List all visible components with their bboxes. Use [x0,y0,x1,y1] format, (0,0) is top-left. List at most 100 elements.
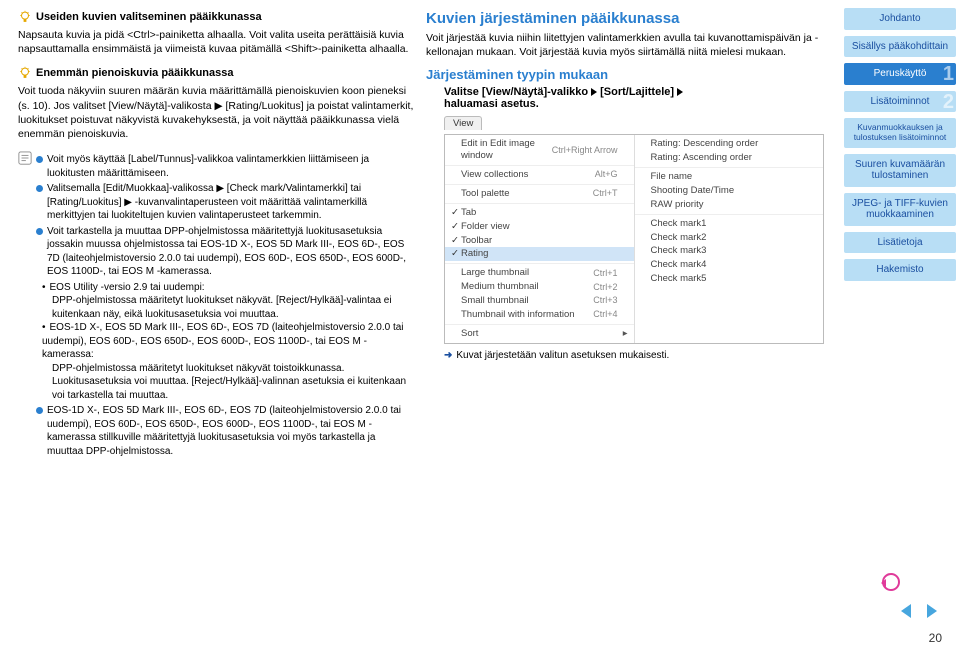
chevron-right-icon [591,88,597,96]
menu-item-label: Rating [461,248,618,260]
tip1-title: Useiden kuvien valitseminen pääikkunassa [36,11,262,23]
right-column: Kuvien järjestäminen pääikkunassa Voit j… [420,0,840,651]
menu-item[interactable]: Tool paletteCtrl+T [445,184,634,201]
submenu-item[interactable]: RAW priority [635,198,824,212]
sidebar-item-label: Johdanto [879,13,920,24]
bullet-text: Voit tarkastella ja muuttaa DPP-ohjelmis… [47,225,414,279]
menu-item-label: Small thumbnail [461,295,593,307]
chapter-number: 1 [943,63,954,86]
left-column: Useiden kuvien valitseminen pääikkunassa… [0,0,420,651]
menu-shortcut: Alt+G [595,169,618,180]
submenu-item[interactable]: Check mark2 [635,231,824,245]
menu-item[interactable]: ✓Tab [445,203,634,220]
chevron-right-icon [677,88,683,96]
menu-item[interactable]: Medium thumbnailCtrl+2 [445,280,634,294]
sidebar-item[interactable]: Lisätietoja [844,232,956,254]
bullet-text: Valitsemalla [Edit/Muokkaa]-valikossa ▶ … [47,182,414,223]
tip2-title: Enemmän pienoiskuvia pääikkunassa [36,67,233,79]
sidebar-item-label: Suuren kuvamäärän tulostaminen [855,159,945,182]
sub-body: DPP-ohjelmistossa määritetyt luokitukset… [52,362,414,403]
submenu-item[interactable]: Check mark4 [635,258,824,272]
sidebar-item[interactable]: 1Peruskäyttö [844,63,956,85]
lightbulb-icon [18,66,32,80]
lightbulb-icon [18,10,32,24]
menu-item-label: Medium thumbnail [461,281,593,293]
sidebar-item[interactable]: Suuren kuvamäärän tulostaminen [844,154,956,187]
menu-item[interactable]: ✓Toolbar [445,234,634,248]
submenu-item[interactable]: Shooting Date/Time [635,184,824,198]
sidebar-item[interactable]: JPEG- ja TIFF-kuvien muokkaaminen [844,193,956,226]
menu-item[interactable]: Sort▸ [445,324,634,341]
menu-shortcut: Ctrl+2 [593,282,617,293]
sidebar-item[interactable]: Sisällys pääkohdittain [844,36,956,58]
submenu-label: Shooting Date/Time [651,185,818,197]
sidebar-item[interactable]: Johdanto [844,8,956,30]
submenu-item[interactable]: Check mark5 [635,272,824,286]
menu-item-label: Sort [461,328,618,340]
arrow-right-icon: ➜ [444,350,452,361]
sidebar-item-label: Lisätoiminnot [871,96,930,107]
tip1-body: Napsauta kuvia ja pidä <Ctrl>-painiketta… [18,28,414,56]
menu-shortcut: Ctrl+1 [593,268,617,279]
page-number: 20 [929,631,942,645]
step-instruction: Valitse [View/Näytä]-valikko[Sort/Lajitt… [444,86,834,110]
menu-right-panel: Rating: Descending orderRating: Ascendin… [635,135,824,342]
sidebar-item-label: JPEG- ja TIFF-kuvien muokkaaminen [852,198,948,221]
submenu-label: Check mark2 [651,232,818,244]
submenu-label: Check mark3 [651,245,818,257]
check-icon: ✓ [449,221,461,233]
menu-item-label: Folder view [461,221,618,233]
next-page-button[interactable] [922,601,942,621]
menu-item[interactable]: ✓Rating [445,247,634,261]
menu-item[interactable]: Large thumbnailCtrl+1 [445,263,634,280]
submenu-label: File name [651,171,818,183]
prev-page-button[interactable] [896,601,916,621]
menu-item-label: View collections [461,169,595,181]
bullet-text: Voit myös käyttää [Label/Tunnus]-valikko… [47,153,414,180]
menu-left-panel: Edit in Edit image windowCtrl+Right Arro… [445,135,635,342]
triangle-right-icon [927,604,937,618]
menu-item[interactable]: Edit in Edit image windowCtrl+Right Arro… [445,137,634,163]
check-icon: ✓ [449,248,461,260]
submenu-label: Rating: Descending order [651,138,818,150]
submenu-label: Check mark1 [651,218,818,230]
menu-item[interactable]: Small thumbnailCtrl+3 [445,294,634,308]
submenu-arrow-icon: ▸ [618,328,628,340]
menu-shortcut: Ctrl+Right Arrow [552,145,618,156]
sidebar-item[interactable]: 2Lisätoiminnot [844,91,956,113]
sidebar-item-label: Sisällys pääkohdittain [852,41,948,52]
sub-bullet: EOS Utility -versio 2.9 tai uudempi: [42,281,414,295]
menu-shortcut: Ctrl+T [593,188,618,199]
intro-paragraph: Voit järjestää kuvia niihin liitettyjen … [426,31,834,59]
menu-shortcut: Ctrl+4 [593,309,617,320]
heading-sort-type: Järjestäminen tyypin mukaan [426,67,834,82]
tip2-heading: Enemmän pienoiskuvia pääikkunassa [18,66,414,80]
menu-item-label: Thumbnail with information [461,309,593,321]
view-menu-tab[interactable]: View [444,116,482,130]
submenu-item[interactable]: Check mark1 [635,214,824,231]
menu-shortcut: Ctrl+3 [593,295,617,306]
submenu-item[interactable]: Rating: Ascending order [635,151,824,165]
context-menu: Edit in Edit image windowCtrl+Right Arro… [444,134,824,343]
sidebar-item-label: Lisätietoja [877,237,922,248]
submenu-item[interactable]: Check mark3 [635,244,824,258]
menu-item[interactable]: ✓Folder view [445,220,634,234]
submenu-item[interactable]: File name [635,167,824,184]
page-nav [896,601,942,621]
menu-item-label: Large thumbnail [461,267,593,279]
menu-item-label: Tab [461,207,618,219]
menu-item[interactable]: View collectionsAlt+G [445,165,634,182]
menu-item[interactable]: Thumbnail with informationCtrl+4 [445,308,634,322]
tip2-body: Voit tuoda näkyviin suuren määrän kuvia … [18,84,414,141]
check-icon: ✓ [449,235,461,247]
menu-item-label: Edit in Edit image window [461,138,552,162]
return-icon [882,573,900,591]
bullet-text: EOS-1D X-, EOS 5D Mark III-, EOS 6D-, EO… [47,404,414,458]
bullet-icon [36,407,43,414]
sidebar-item[interactable]: Kuvanmuokkauksen ja tulostuksen lisätoim… [844,118,956,148]
submenu-item[interactable]: Rating: Descending order [635,137,824,151]
sidebar-item-label: Kuvanmuokkauksen ja tulostuksen lisätoim… [854,122,947,142]
return-button[interactable] [882,573,900,591]
bullet-icon [36,156,43,163]
sidebar-item[interactable]: Hakemisto [844,259,956,281]
